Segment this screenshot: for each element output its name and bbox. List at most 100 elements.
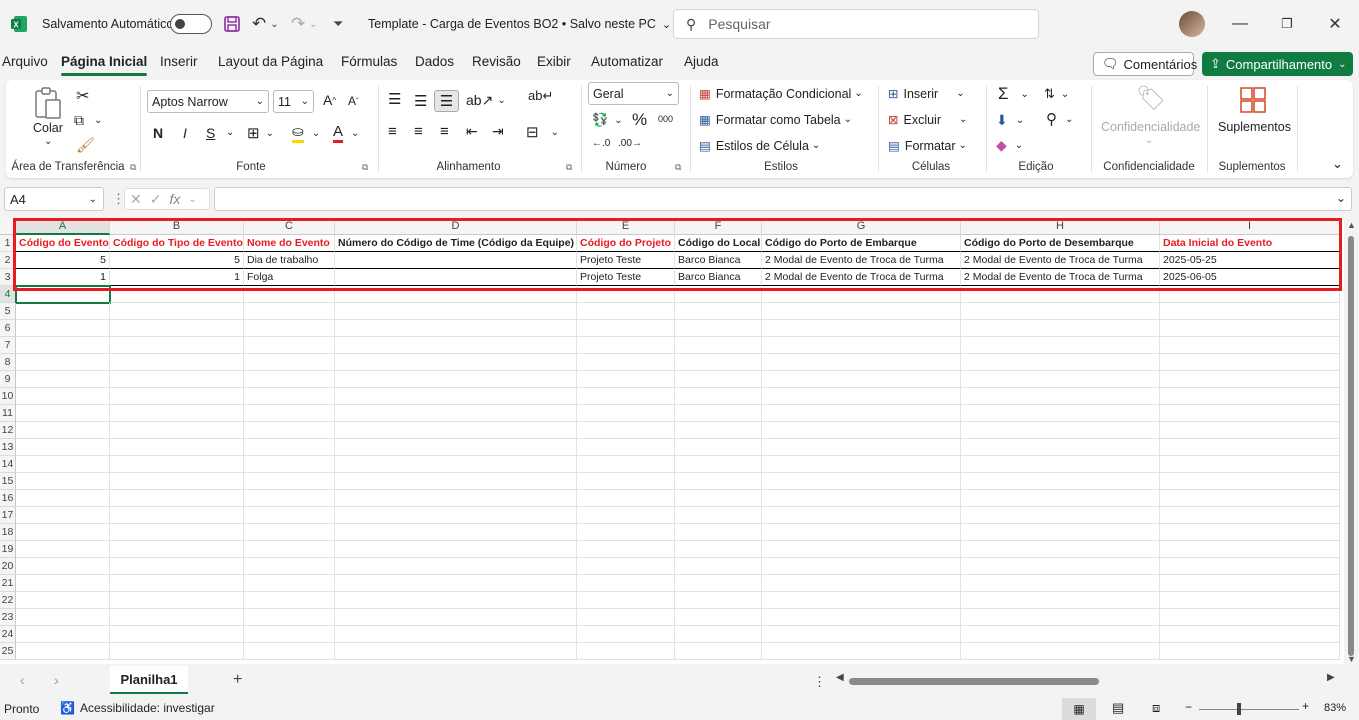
tab-revisao[interactable]: Revisão (472, 54, 521, 69)
empty-cell[interactable] (244, 422, 335, 439)
header-cell[interactable]: Código do Porto de Embarque (762, 235, 961, 252)
empty-cell[interactable] (16, 626, 110, 643)
empty-cell[interactable] (244, 524, 335, 541)
empty-cell[interactable] (1160, 337, 1340, 354)
empty-cell[interactable] (110, 575, 244, 592)
fill-icon[interactable]: ⬇ ⌄ (996, 112, 1024, 129)
minimize-icon[interactable]: — (1217, 0, 1263, 48)
empty-cell[interactable] (244, 286, 335, 303)
tab-pagina-inicial[interactable]: Página Inicial (61, 54, 148, 76)
data-cell[interactable]: 5 (16, 252, 110, 269)
empty-cell[interactable] (16, 575, 110, 592)
row-header[interactable]: 13 (0, 439, 16, 456)
empty-cell[interactable] (762, 286, 961, 303)
empty-cell[interactable] (244, 303, 335, 320)
normal-view-icon[interactable]: ▦ (1062, 698, 1096, 720)
empty-cell[interactable] (961, 575, 1160, 592)
tab-ajuda[interactable]: Ajuda (684, 54, 719, 69)
empty-cell[interactable] (762, 371, 961, 388)
restore-icon[interactable]: ❐ (1264, 0, 1310, 48)
column-header-g[interactable]: G (762, 218, 961, 235)
zoom-in-icon[interactable]: + (1302, 699, 1309, 713)
empty-cell[interactable] (762, 575, 961, 592)
empty-cell[interactable] (1160, 286, 1340, 303)
zoom-level[interactable]: 83% (1324, 702, 1346, 714)
empty-cell[interactable] (16, 558, 110, 575)
wrap-text-icon[interactable]: ab↵ (528, 88, 553, 104)
empty-cell[interactable] (577, 439, 675, 456)
sensitivity-icon[interactable]: 🏷 (1136, 84, 1166, 113)
data-cell[interactable]: Folga (244, 269, 335, 286)
empty-cell[interactable] (762, 507, 961, 524)
sort-filter-icon[interactable]: ⇅ ⌄ (1044, 86, 1069, 102)
empty-cell[interactable] (1160, 575, 1340, 592)
add-sheet-button[interactable]: + (233, 671, 242, 689)
empty-cell[interactable] (335, 320, 577, 337)
empty-cell[interactable] (1160, 354, 1340, 371)
column-header-a[interactable]: A (16, 218, 110, 235)
zoom-out-icon[interactable]: − (1185, 700, 1192, 714)
empty-cell[interactable] (675, 337, 762, 354)
empty-cell[interactable] (577, 286, 675, 303)
close-icon[interactable]: ✕ (1312, 0, 1358, 48)
bold-button[interactable]: N (153, 125, 163, 141)
empty-cell[interactable] (110, 303, 244, 320)
empty-cell[interactable] (675, 286, 762, 303)
zoom-slider[interactable] (1199, 709, 1299, 710)
vertical-scroll-thumb[interactable] (1348, 236, 1354, 656)
row-header[interactable]: 15 (0, 473, 16, 490)
italic-button[interactable]: I (183, 125, 187, 141)
formula-input[interactable] (214, 187, 1352, 211)
empty-cell[interactable] (110, 456, 244, 473)
delete-cells-button[interactable]: ⊠ Excluir ⌄ (888, 112, 967, 128)
search-box[interactable]: ⚲ Pesquisar (673, 9, 1039, 39)
row-header[interactable]: 10 (0, 388, 16, 405)
empty-cell[interactable] (961, 643, 1160, 660)
empty-cell[interactable] (335, 609, 577, 626)
data-cell[interactable]: Barco Bianca (675, 252, 762, 269)
empty-cell[interactable] (577, 558, 675, 575)
orientation-icon[interactable]: ab↗ ⌄ (466, 92, 506, 109)
empty-cell[interactable] (675, 371, 762, 388)
autosum-icon[interactable]: Σ ⌄ (998, 84, 1029, 104)
empty-cell[interactable] (16, 388, 110, 405)
empty-cell[interactable] (110, 286, 244, 303)
tab-inserir[interactable]: Inserir (160, 54, 198, 69)
empty-cell[interactable] (244, 507, 335, 524)
empty-cell[interactable] (16, 354, 110, 371)
empty-cell[interactable] (16, 473, 110, 490)
row-header[interactable]: 4 (0, 286, 16, 303)
empty-cell[interactable] (16, 507, 110, 524)
empty-cell[interactable] (961, 592, 1160, 609)
empty-cell[interactable] (16, 524, 110, 541)
column-header-f[interactable]: F (675, 218, 762, 235)
empty-cell[interactable] (961, 286, 1160, 303)
empty-cell[interactable] (675, 626, 762, 643)
empty-cell[interactable] (762, 405, 961, 422)
empty-cell[interactable] (1160, 422, 1340, 439)
row-header[interactable]: 21 (0, 575, 16, 592)
row-header[interactable]: 16 (0, 490, 16, 507)
empty-cell[interactable] (335, 592, 577, 609)
header-cell[interactable]: Número do Código de Time (Código da Equi… (335, 235, 577, 252)
empty-cell[interactable] (244, 490, 335, 507)
empty-cell[interactable] (577, 371, 675, 388)
empty-cell[interactable] (16, 320, 110, 337)
empty-cell[interactable] (961, 439, 1160, 456)
empty-cell[interactable] (675, 558, 762, 575)
row-header[interactable]: 22 (0, 592, 16, 609)
empty-cell[interactable] (1160, 439, 1340, 456)
data-cell[interactable]: Barco Bianca (675, 269, 762, 286)
empty-cell[interactable] (961, 558, 1160, 575)
empty-cell[interactable] (110, 626, 244, 643)
empty-cell[interactable] (110, 388, 244, 405)
save-icon[interactable] (223, 0, 241, 48)
increase-indent-icon[interactable]: ⇥ (492, 123, 504, 140)
empty-cell[interactable] (577, 473, 675, 490)
tab-arquivo[interactable]: Arquivo (2, 54, 48, 69)
empty-cell[interactable] (577, 575, 675, 592)
empty-cell[interactable] (244, 405, 335, 422)
font-color-icon[interactable]: A ⌄ (333, 123, 359, 143)
data-cell[interactable]: 5 (110, 252, 244, 269)
empty-cell[interactable] (961, 405, 1160, 422)
